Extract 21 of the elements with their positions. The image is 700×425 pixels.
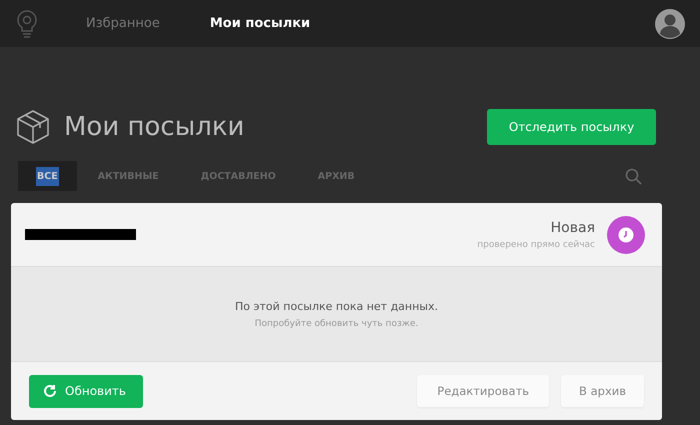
clock-icon	[618, 226, 634, 242]
filter-tab[interactable]: АКТИВНЫЕ	[96, 161, 160, 191]
nav-link[interactable]: Избранное	[86, 16, 160, 31]
refresh-button[interactable]: Обновить	[29, 374, 143, 408]
lightbulb-icon[interactable]	[16, 8, 38, 38]
track-parcel-button[interactable]: Отследить посылку	[487, 108, 656, 144]
parcel-status: Новая	[550, 220, 595, 236]
search-icon[interactable]	[625, 168, 642, 184]
archive-button[interactable]: В архив	[561, 375, 644, 407]
empty-message: По этой посылке пока нет данных.	[234, 300, 438, 312]
filter-tab[interactable]: ВСЕ	[18, 161, 77, 191]
filter-tab[interactable]: ДОСТАВЛЕНО	[200, 161, 277, 191]
nav-link[interactable]: Мои посылки	[210, 16, 310, 31]
page-title: Мои посылки	[64, 112, 244, 142]
box-icon	[16, 108, 50, 144]
empty-hint: Попробуйте обновить чуть позже.	[254, 318, 418, 328]
avatar-icon[interactable]	[654, 8, 686, 40]
filter-tab[interactable]: АРХИВ	[316, 161, 356, 191]
edit-button[interactable]: Редактировать	[417, 375, 550, 407]
checked-time: проверено прямо сейчас	[477, 240, 595, 250]
refresh-icon	[43, 384, 57, 398]
